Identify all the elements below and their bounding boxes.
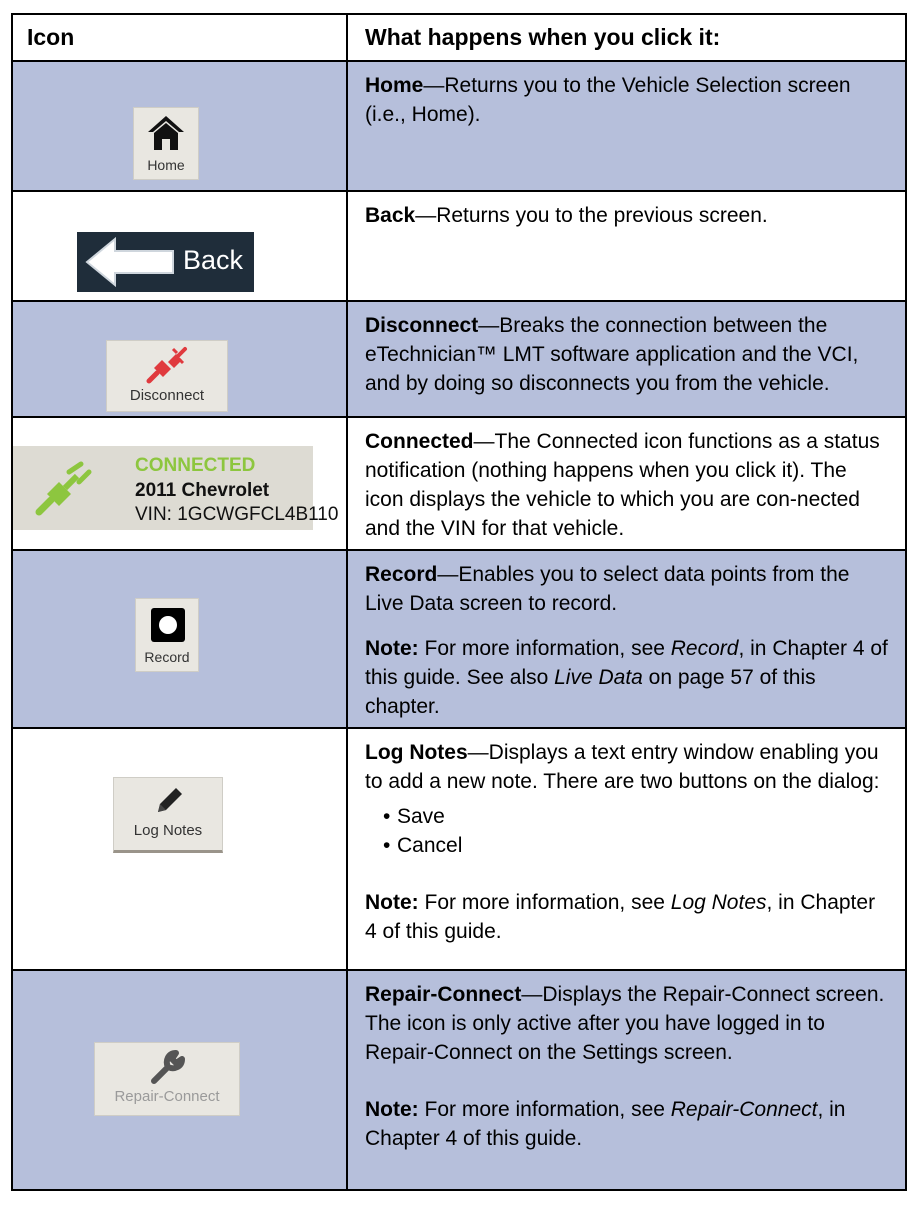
row-title: Log Notes bbox=[365, 741, 468, 764]
connected-status-indicator: CONNECTED 2011 Chevrolet VIN: 1GCWGFCL4B… bbox=[14, 446, 338, 530]
row-title: Record bbox=[365, 563, 438, 586]
row-title: Repair-Connect bbox=[365, 983, 522, 1006]
disconnect-button[interactable]: Disconnect bbox=[106, 340, 228, 412]
row-title: Home bbox=[365, 74, 424, 97]
home-icon-label: Home bbox=[147, 157, 185, 173]
home-icon bbox=[148, 116, 184, 150]
note-label: Note: bbox=[365, 1098, 419, 1121]
description-cell: Home—Returns you to the Vehicle Selectio… bbox=[346, 60, 907, 192]
header-icon: Icon bbox=[11, 13, 348, 62]
back-arrow-icon bbox=[85, 237, 174, 287]
back-button[interactable]: Back bbox=[77, 232, 254, 292]
log-notes-button[interactable]: Log Notes bbox=[113, 777, 223, 853]
note-label: Note: bbox=[365, 891, 419, 914]
home-button[interactable]: Home bbox=[133, 107, 199, 180]
table-row-disconnect: Disconnect Disconnect—Breaks the connect… bbox=[11, 300, 907, 418]
list-item: Save bbox=[383, 802, 891, 831]
record-icon-label: Record bbox=[144, 649, 190, 665]
table-row-home: Home Home—Returns you to the Vehicle Sel… bbox=[11, 60, 907, 192]
repair-connect-button[interactable]: Repair-Connect bbox=[94, 1042, 240, 1116]
icon-cell: Record bbox=[11, 549, 348, 729]
table-row-log-notes: Log Notes Log Notes—Displays a text entr… bbox=[11, 727, 907, 971]
row-text: —Returns you to the Vehicle Selection sc… bbox=[365, 74, 851, 126]
connected-status-text: CONNECTED bbox=[135, 455, 256, 476]
description-cell: Connected—The Connected icon functions a… bbox=[346, 416, 907, 551]
record-icon bbox=[151, 608, 185, 642]
icon-cell: CONNECTED 2011 Chevrolet VIN: 1GCWGFCL4B… bbox=[11, 416, 348, 551]
row-title: Disconnect bbox=[365, 314, 479, 337]
note-ref: Record bbox=[670, 637, 739, 660]
disconnect-plug-icon bbox=[146, 347, 187, 384]
connected-vin: VIN: 1GCWGFCL4B110 bbox=[135, 504, 339, 525]
row-title: Connected bbox=[365, 430, 474, 453]
row-text: —Enables you to select data points from … bbox=[365, 563, 850, 615]
record-button[interactable]: Record bbox=[135, 598, 199, 672]
repair-connect-icon-label: Repair-Connect bbox=[114, 1088, 220, 1105]
icon-cell: Disconnect bbox=[11, 300, 348, 418]
description-cell: Log Notes—Displays a text entry window e… bbox=[346, 727, 907, 971]
description-cell: Back—Returns you to the previous screen. bbox=[346, 190, 907, 302]
note-ref: Log Notes bbox=[670, 891, 767, 914]
note-text: For more information, see bbox=[418, 1098, 671, 1121]
note-ref: Live Data bbox=[554, 666, 643, 689]
row-title: Back bbox=[365, 204, 416, 227]
log-notes-icon-label: Log Notes bbox=[133, 822, 203, 839]
description-cell: Disconnect—Breaks the connection between… bbox=[346, 300, 907, 418]
icon-cell: Back bbox=[11, 190, 348, 302]
row-text: —Returns you to the previous screen. bbox=[415, 204, 768, 227]
description-cell: Repair-Connect—Displays the Repair-Conne… bbox=[346, 969, 907, 1191]
description-cell: Record—Enables you to select data points… bbox=[346, 549, 907, 729]
table-row-connected: CONNECTED 2011 Chevrolet VIN: 1GCWGFCL4B… bbox=[11, 416, 907, 551]
row-note: Note: For more information, see Repair-C… bbox=[365, 1095, 891, 1153]
pencil-icon bbox=[158, 788, 182, 812]
note-text: For more information, see bbox=[418, 891, 671, 914]
icon-reference-table: Icon What happens when you click it: Hom… bbox=[11, 13, 907, 1191]
dialog-buttons-list: Save Cancel bbox=[365, 802, 891, 860]
list-item: Cancel bbox=[383, 831, 891, 860]
back-icon-label: Back bbox=[183, 245, 244, 275]
connected-plug-icon bbox=[35, 461, 92, 516]
icon-cell: Repair-Connect bbox=[11, 969, 348, 1191]
wrench-icon bbox=[151, 1050, 185, 1084]
disconnect-icon-label: Disconnect bbox=[129, 387, 205, 404]
icon-cell: Log Notes bbox=[11, 727, 348, 971]
table-row-back: Back Back—Returns you to the previous sc… bbox=[11, 190, 907, 302]
note-label: Note: bbox=[365, 637, 419, 660]
row-note: Note: For more information, see Log Note… bbox=[365, 888, 891, 946]
header-description: What happens when you click it: bbox=[346, 13, 907, 62]
row-note: Note: For more information, see Record, … bbox=[365, 634, 891, 721]
connected-vehicle: 2011 Chevrolet bbox=[135, 480, 270, 501]
note-text: For more information, see bbox=[418, 637, 671, 660]
table-row-record: Record Record—Enables you to select data… bbox=[11, 549, 907, 729]
table-header-row: Icon What happens when you click it: bbox=[11, 13, 907, 62]
table-row-repair-connect: Repair-Connect Repair-Connect—Displays t… bbox=[11, 969, 907, 1191]
icon-cell: Home bbox=[11, 60, 348, 192]
note-ref: Repair-Connect bbox=[670, 1098, 818, 1121]
